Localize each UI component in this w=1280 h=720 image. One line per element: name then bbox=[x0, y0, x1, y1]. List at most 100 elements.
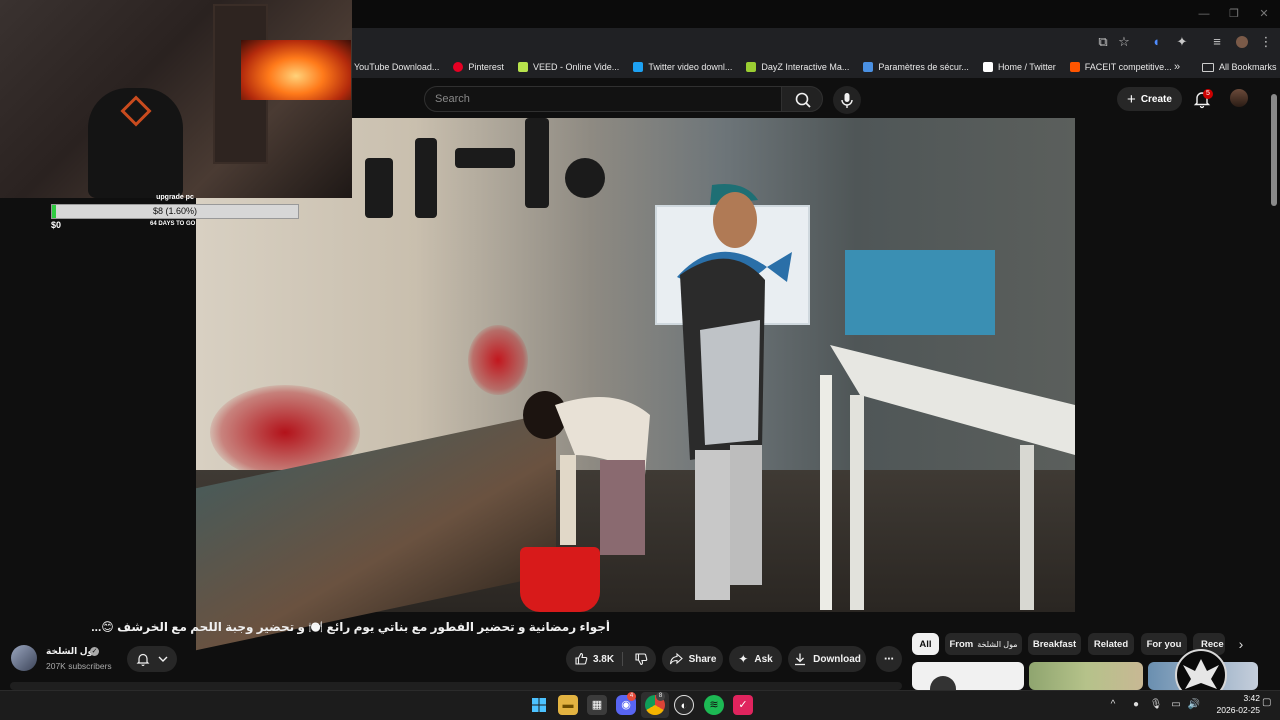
thumbs-down-icon bbox=[635, 653, 648, 666]
plus-icon: + bbox=[1127, 90, 1136, 108]
bookmark-parametres[interactable]: Paramètres de sécur... bbox=[863, 62, 969, 72]
share-icon bbox=[669, 652, 683, 665]
bookmark-label: Paramètres de sécur... bbox=[878, 62, 969, 72]
menu-icon[interactable]: ⋮ bbox=[1256, 32, 1276, 52]
like-button[interactable]: 3.8K bbox=[574, 652, 624, 666]
cast-icon[interactable]: ⧉ bbox=[1093, 32, 1113, 52]
notification-center-icon[interactable]: ▢ bbox=[1262, 697, 1276, 713]
bookmark-twitter-video[interactable]: Twitter video downl... bbox=[633, 62, 732, 72]
ask-button[interactable]: ✦ Ask bbox=[729, 646, 782, 672]
bookmark-label: Home / Twitter bbox=[997, 62, 1056, 72]
sparkle-icon: ✦ bbox=[738, 652, 749, 666]
more-actions-button[interactable]: ⋯ bbox=[876, 646, 902, 672]
twitter-icon bbox=[633, 62, 644, 72]
channel-avatar[interactable] bbox=[11, 645, 37, 671]
chip-from-channel[interactable]: From مول الشلخة bbox=[945, 633, 1022, 655]
minimize-button[interactable]: — bbox=[1194, 6, 1214, 22]
chip-related[interactable]: Related bbox=[1088, 633, 1134, 655]
bookmark-youtube-download[interactable]: YouTube Download... bbox=[354, 62, 439, 72]
account-avatar[interactable] bbox=[1230, 89, 1248, 107]
x-icon bbox=[982, 62, 993, 72]
bookmark-pinterest[interactable]: Pinterest bbox=[453, 62, 504, 72]
person-bending bbox=[515, 385, 655, 560]
dayz-icon bbox=[746, 62, 757, 72]
star-icon[interactable]: ☆ bbox=[1114, 32, 1134, 52]
like-dislike-group: 3.8K bbox=[566, 646, 656, 672]
start-button[interactable] bbox=[529, 695, 549, 715]
bookmark-home-twitter[interactable]: Home / Twitter bbox=[982, 62, 1056, 72]
extension-icon[interactable]: ◖ bbox=[1146, 32, 1166, 52]
steam-icon[interactable]: ◐ bbox=[674, 695, 694, 715]
description-box[interactable] bbox=[10, 682, 902, 690]
red-bucket bbox=[520, 547, 600, 612]
pinterest-icon bbox=[453, 62, 464, 72]
video-title: أجواء رمضانية و تحضير الفطور مع بناتي يو… bbox=[91, 620, 610, 634]
search-button[interactable] bbox=[781, 86, 823, 112]
fish-stall-background bbox=[845, 250, 995, 335]
ask-label: Ask bbox=[754, 653, 773, 665]
app-icon[interactable]: ✓ bbox=[733, 695, 753, 715]
bookmark-label: Pinterest bbox=[468, 62, 504, 72]
clock-time[interactable]: 3:42 bbox=[1226, 693, 1260, 703]
bookmark-label: VEED - Online Vide... bbox=[532, 62, 620, 72]
recommended-thumbnail[interactable] bbox=[1029, 662, 1143, 690]
bookmark-faceit[interactable]: FACEIT competitive... bbox=[1069, 62, 1172, 72]
bookmark-veed[interactable]: VEED - Online Vide... bbox=[517, 62, 620, 72]
bookmark-dayz-map[interactable]: DayZ Interactive Ma... bbox=[746, 62, 849, 72]
bookmark-label: YouTube Download... bbox=[354, 62, 440, 72]
share-label: Share bbox=[688, 653, 717, 665]
all-bookmarks-button[interactable]: All Bookmarks bbox=[1202, 58, 1277, 76]
maximize-button[interactable]: ❐ bbox=[1224, 6, 1244, 22]
chevron-right-icon[interactable]: › bbox=[1232, 635, 1250, 653]
puzzle-icon[interactable]: ✦ bbox=[1172, 32, 1192, 52]
fireplace-overlay bbox=[241, 40, 351, 100]
chrome-badge: 8 bbox=[656, 692, 665, 701]
recommended-thumbnail[interactable] bbox=[912, 662, 1024, 690]
market-table bbox=[820, 335, 1075, 610]
create-button[interactable]: + Create bbox=[1117, 87, 1182, 111]
microphone-icon[interactable]: 🎙 bbox=[1149, 697, 1163, 713]
close-window-button[interactable]: ✕ bbox=[1254, 6, 1274, 22]
share-button[interactable]: Share bbox=[662, 646, 723, 672]
speaker-icon[interactable]: 🔊 bbox=[1186, 697, 1202, 713]
microsoft-store-icon[interactable]: ▦ bbox=[587, 695, 607, 715]
thumbs-up-icon bbox=[575, 652, 588, 665]
donation-goal-progress: $8 (1.60%) bbox=[152, 206, 198, 216]
bookmark-label: Twitter video downl... bbox=[648, 62, 733, 72]
dislike-button[interactable] bbox=[630, 652, 648, 666]
search-input[interactable]: Search bbox=[424, 86, 782, 112]
chip-all[interactable]: All bbox=[912, 633, 939, 655]
discord-badge: 4 bbox=[627, 692, 636, 701]
chevron-down-icon bbox=[158, 656, 168, 662]
display-icon[interactable]: ▭ bbox=[1169, 697, 1183, 713]
tray-overflow-icon[interactable]: ^ bbox=[1106, 697, 1120, 713]
scrollbar-thumb[interactable] bbox=[1271, 94, 1277, 206]
file-explorer-icon[interactable]: ▬ bbox=[558, 695, 578, 715]
voice-search-button[interactable] bbox=[833, 86, 861, 114]
tray-app-icon[interactable]: ● bbox=[1129, 697, 1143, 713]
chip-channel-name: مول الشلخة bbox=[977, 639, 1018, 649]
address-bar-row bbox=[352, 28, 1280, 56]
create-label: Create bbox=[1140, 93, 1172, 105]
spotify-icon[interactable]: ≋ bbox=[704, 695, 724, 715]
faceit-icon bbox=[1069, 62, 1080, 72]
all-bookmarks-label: All Bookmarks bbox=[1219, 62, 1277, 72]
verified-icon: ✓ bbox=[90, 647, 99, 656]
download-label: Download bbox=[813, 653, 861, 665]
donation-goal-start: $0 bbox=[51, 220, 62, 230]
subscription-notifications-button[interactable] bbox=[127, 646, 177, 672]
notification-badge: 5 bbox=[1203, 89, 1213, 99]
donation-goal-days: 64 DAYS TO GO bbox=[150, 221, 196, 227]
folder-icon bbox=[1202, 62, 1214, 72]
like-count: 3.8K bbox=[592, 653, 615, 665]
windows-icon bbox=[532, 698, 546, 712]
profile-icon[interactable] bbox=[1232, 32, 1252, 52]
chip-breakfast[interactable]: Breakfast bbox=[1028, 633, 1081, 655]
tab-search-icon[interactable]: ≡ bbox=[1207, 32, 1227, 52]
microphone-icon bbox=[841, 93, 853, 108]
bookmarks-overflow-button[interactable]: » bbox=[1170, 60, 1184, 74]
chip-label: From bbox=[949, 638, 974, 650]
download-icon bbox=[795, 653, 806, 666]
download-button[interactable]: Download bbox=[788, 646, 866, 672]
clock-date[interactable]: 2026-02-25 bbox=[1204, 705, 1260, 715]
